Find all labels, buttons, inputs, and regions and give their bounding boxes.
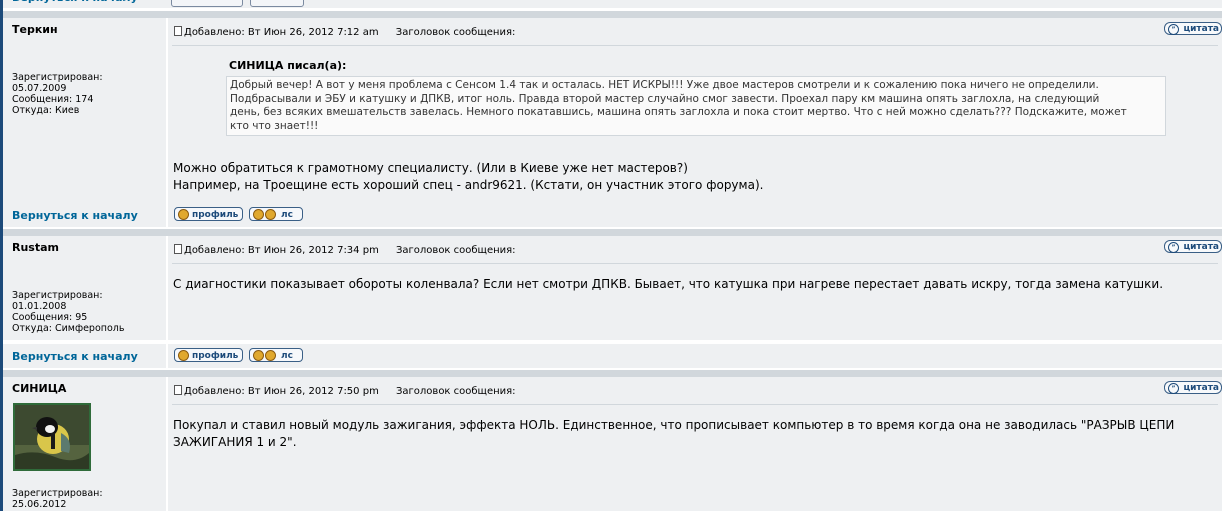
quote-button-label: цитата: [1183, 24, 1219, 34]
author-info: Зарегистрирован: 25.06.2012: [12, 488, 103, 510]
post-footer-right: профиль лс: [168, 203, 1222, 227]
post-body-panel: Добавлено: Вт Июн 26, 2012 7:50 pm Загол…: [168, 377, 1222, 511]
author-name[interactable]: Rustam: [12, 241, 59, 254]
profile-button-label: профиль: [192, 351, 239, 361]
post-icon[interactable]: [174, 26, 182, 36]
profile-button[interactable]: профиль: [174, 207, 243, 221]
post-author-panel: Теркин Зарегистрирован: 05.07.2009 Сообщ…: [3, 18, 166, 204]
post-footer-left: Вернуться к началу: [3, 203, 166, 227]
quote-icon: ”: [1168, 24, 1179, 35]
message-line: Например, на Троещине есть хороший спец …: [173, 178, 764, 192]
quote-button[interactable]: ” цитата: [1164, 22, 1222, 35]
post-footer-right: профиль лс: [168, 344, 1222, 368]
registered-label: Зарегистрирован:: [12, 488, 103, 499]
posted-label: Добавлено:: [184, 245, 245, 256]
quote-button[interactable]: ” цитата: [1164, 381, 1222, 394]
post-header: Добавлено: Вт Июн 26, 2012 7:50 pm Загол…: [174, 385, 516, 397]
back-to-top-link[interactable]: Вернуться к началу: [12, 209, 138, 222]
user-icon: [253, 209, 264, 220]
registered-date: 05.07.2009: [12, 83, 67, 94]
post-message: С диагностики показывает обороты коленва…: [173, 276, 1163, 293]
author-info: Зарегистрирован: 01.01.2008 Сообщения: 9…: [12, 290, 124, 334]
profile-icon: [178, 350, 189, 361]
author-name[interactable]: СИНИЦА: [12, 382, 66, 395]
posted-label: Добавлено:: [184, 27, 245, 38]
post-date: Вт Июн 26, 2012 7:12 am: [247, 27, 379, 38]
quote-line: Добрый вечер! А вот у меня проблема с Се…: [230, 79, 1099, 91]
previous-post-footer: Вернуться к началу: [3, 0, 1222, 8]
message-line: ЗАЖИГАНИЯ 1 и 2".: [173, 435, 297, 449]
post-body-panel: Добавлено: Вт Июн 26, 2012 7:12 am Загол…: [168, 18, 1222, 204]
message-line: С диагностики показывает обороты коленва…: [173, 277, 1164, 291]
quote-line: кто что знает!!!: [230, 119, 319, 132]
message-line: Можно обратиться к грамотному специалист…: [173, 161, 688, 175]
post-message: Покупал и ставил новый модуль зажигания,…: [173, 417, 1174, 451]
post-date: Вт Июн 26, 2012 7:50 pm: [247, 386, 379, 397]
user-icon: [265, 209, 276, 220]
pm-button[interactable]: [250, 0, 304, 7]
pm-button-label: лс: [281, 210, 293, 220]
registered-date: 01.01.2008: [12, 301, 67, 312]
post-body-panel: Добавлено: Вт Июн 26, 2012 7:34 pm Загол…: [168, 236, 1222, 340]
quote-icon: ”: [1168, 383, 1179, 394]
user-icon: [253, 350, 264, 361]
post-author-panel: СИНИЦА Зарегистрирован: 25.06.2012: [3, 377, 166, 511]
subject-label: Заголовок сообщения:: [395, 27, 516, 38]
back-to-top-link[interactable]: Вернуться к началу: [12, 350, 138, 363]
user-icon: [265, 350, 276, 361]
post-icon[interactable]: [174, 244, 182, 254]
post-footer-left: Вернуться к началу: [3, 344, 166, 368]
registered-label: Зарегистрирован:: [12, 72, 103, 83]
profile-button[interactable]: [171, 0, 243, 7]
registered-label: Зарегистрирован:: [12, 290, 103, 301]
post-author-panel: Rustam Зарегистрирован: 01.01.2008 Сообщ…: [3, 236, 166, 340]
quote-button-label: цитата: [1183, 242, 1219, 252]
quote-line: день, без всяких вмешательств завелась. …: [230, 106, 1127, 118]
subject-label: Заголовок сообщения:: [396, 386, 516, 397]
post-separator: [3, 229, 1222, 236]
post-message: Можно обратиться к грамотному специалист…: [173, 160, 763, 194]
location: Откуда: Симферополь: [12, 323, 125, 334]
profile-button-label: профиль: [192, 210, 239, 220]
profile-button[interactable]: профиль: [174, 348, 243, 362]
post-separator: [3, 11, 1222, 18]
location: Откуда: Киев: [12, 105, 80, 116]
quote-box: Добрый вечер! А вот у меня проблема с Се…: [226, 76, 1166, 136]
subject-label: Заголовок сообщения:: [396, 245, 516, 256]
post-count: Сообщения: 95: [12, 312, 88, 323]
post-icon[interactable]: [174, 385, 182, 395]
pm-button[interactable]: лс: [249, 207, 303, 221]
quote-line: Подбрасывали и ЭБУ и катушку и ДПКВ, ито…: [230, 92, 1100, 105]
post-footer: Вернуться к началу профиль лс: [3, 344, 1222, 368]
posted-label: Добавлено:: [184, 386, 245, 397]
post-separator: [3, 370, 1222, 377]
pm-button-label: лс: [281, 351, 293, 361]
post-header: Добавлено: Вт Июн 26, 2012 7:34 pm Загол…: [174, 244, 516, 256]
post-footer: Вернуться к началу профиль лс: [3, 203, 1222, 227]
pm-button[interactable]: лс: [249, 348, 303, 362]
post-date: Вт Июн 26, 2012 7:34 pm: [247, 245, 379, 256]
header-divider: [172, 263, 1218, 264]
avatar: [13, 403, 91, 471]
registered-date: 25.06.2012: [12, 499, 67, 510]
quote-title: СИНИЦА писал(а):: [229, 59, 347, 72]
titmouse-bird-avatar-icon: [15, 405, 89, 469]
quote-button[interactable]: ” цитата: [1164, 240, 1222, 253]
header-divider: [172, 404, 1218, 405]
profile-icon: [178, 209, 189, 220]
author-info: Зарегистрирован: 05.07.2009 Сообщения: 1…: [12, 72, 103, 116]
post-count: Сообщения: 174: [12, 94, 94, 105]
post-header: Добавлено: Вт Июн 26, 2012 7:12 am Загол…: [174, 26, 515, 38]
quote-button-label: цитата: [1183, 383, 1219, 393]
quote-icon: ”: [1168, 242, 1179, 253]
message-line: Покупал и ставил новый модуль зажигания,…: [173, 418, 1175, 432]
back-to-top-link[interactable]: Вернуться к началу: [12, 0, 138, 4]
header-divider: [172, 45, 1218, 46]
author-name[interactable]: Теркин: [12, 23, 58, 36]
